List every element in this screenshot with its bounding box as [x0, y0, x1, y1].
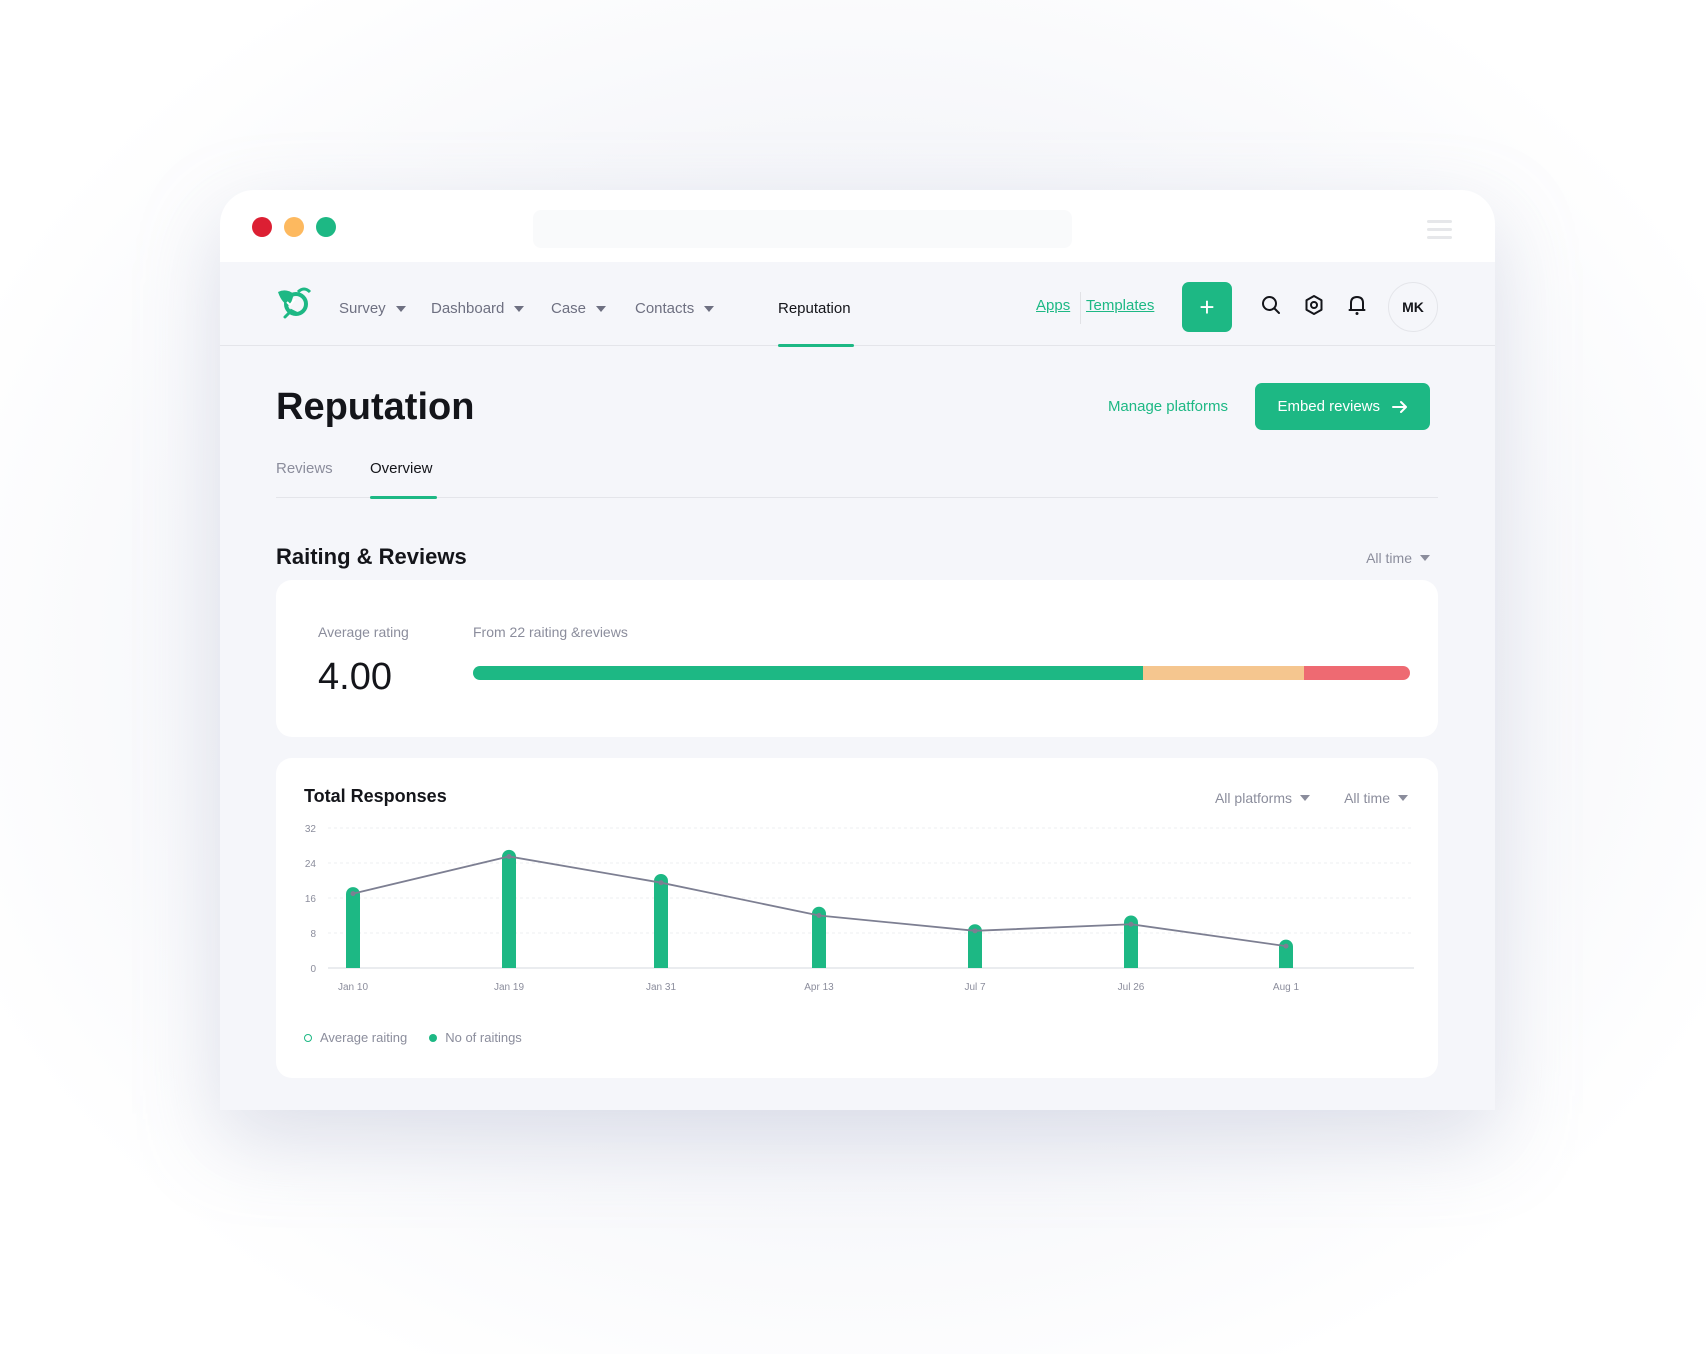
average-rating-label: Average rating	[318, 624, 409, 640]
y-tick-label: 16	[305, 894, 317, 905]
x-tick-label: Apr 13	[804, 982, 834, 993]
nav-dashboard-label: Dashboard	[431, 300, 505, 317]
embed-reviews-button[interactable]: Embed reviews	[1255, 383, 1430, 430]
nav-reputation-label: Reputation	[778, 300, 851, 317]
close-window-button[interactable]	[252, 217, 272, 237]
bell-icon[interactable]	[1346, 294, 1368, 316]
rating-segment-positive	[473, 666, 1143, 680]
chevron-down-icon	[1420, 555, 1430, 561]
bar-jan-31	[654, 873, 668, 968]
nav-case-label: Case	[551, 300, 587, 317]
legend-average-rating-label: Average raiting	[320, 1030, 408, 1045]
total-responses-card: Total Responses All platforms All time 0…	[276, 758, 1438, 1078]
brand-logo-icon[interactable]	[276, 284, 312, 324]
y-tick-label: 24	[305, 859, 317, 870]
average-rating-point	[1128, 921, 1134, 927]
nav-survey[interactable]: Survey	[339, 300, 406, 317]
y-tick-label: 0	[310, 964, 316, 975]
average-rating-point	[506, 853, 512, 859]
nav-active-indicator	[778, 344, 854, 347]
y-tick-label: 8	[310, 929, 316, 940]
top-navbar: Survey Dashboard Case Contacts Reputatio…	[220, 262, 1495, 347]
legend-hollow-dot-icon	[304, 1033, 312, 1042]
average-rating-point	[816, 913, 822, 918]
chevron-down-icon	[514, 305, 525, 312]
maximize-window-button[interactable]	[316, 217, 336, 237]
average-rating-point	[1283, 943, 1289, 949]
legend-average-rating[interactable]: Average raiting	[304, 1030, 407, 1045]
legend-no-of-ratings[interactable]: No of raitings	[429, 1030, 522, 1045]
x-tick-label: Aug 1	[1273, 982, 1300, 993]
arrow-right-icon	[1392, 400, 1407, 413]
settings-icon[interactable]	[1303, 294, 1325, 316]
page-tabs: Reviews Overview	[276, 456, 1438, 499]
ratings-period-dropdown[interactable]: All time	[1366, 550, 1430, 566]
average-rating-point	[350, 891, 356, 897]
hamburger-icon[interactable]	[1427, 220, 1452, 244]
nav-contacts[interactable]: Contacts	[635, 300, 715, 317]
rating-summary-card: Average rating 4.00 From 22 raiting &rev…	[276, 580, 1438, 737]
legend-filled-dot-icon	[429, 1033, 438, 1042]
average-rating-point	[658, 880, 664, 886]
ratings-section-title: Raiting & Reviews	[276, 544, 467, 569]
x-tick-label: Jan 19	[494, 982, 524, 993]
nav-survey-label: Survey	[339, 300, 386, 317]
embed-reviews-label: Embed reviews	[1277, 398, 1380, 415]
window-titlebar	[220, 190, 1495, 262]
bar-jan-10	[346, 887, 360, 968]
tab-active-indicator	[370, 496, 437, 499]
x-tick-label: Jan 10	[338, 982, 368, 993]
x-tick-label: Jul 26	[1118, 982, 1145, 993]
x-tick-label: Jan 31	[646, 982, 676, 993]
nav-case[interactable]: Case	[551, 300, 607, 317]
add-button[interactable]: +	[1182, 282, 1232, 332]
rating-segment-negative	[1304, 666, 1410, 680]
rating-distribution-bar	[473, 666, 1410, 680]
rating-segment-neutral	[1142, 666, 1305, 680]
address-bar[interactable]	[533, 210, 1072, 248]
nav-contacts-label: Contacts	[635, 300, 695, 317]
average-rating-point	[972, 928, 978, 934]
chevron-down-icon	[596, 305, 607, 312]
tab-overview[interactable]: Overview	[370, 460, 433, 477]
legend-no-of-ratings-label: No of raitings	[445, 1030, 522, 1045]
nav-dashboard[interactable]: Dashboard	[431, 300, 525, 317]
y-tick-label: 32	[305, 824, 317, 835]
x-tick-label: Jul 7	[964, 982, 986, 993]
minimize-window-button[interactable]	[284, 217, 304, 237]
chevron-down-icon	[395, 305, 406, 312]
manage-platforms-link[interactable]: Manage platforms	[1108, 398, 1228, 415]
average-rating-value: 4.00	[318, 656, 392, 698]
templates-link[interactable]: Templates	[1086, 297, 1154, 314]
chevron-down-icon	[704, 305, 715, 312]
user-avatar[interactable]: MK	[1388, 282, 1438, 332]
tab-reviews[interactable]: Reviews	[276, 460, 333, 477]
link-divider	[1080, 292, 1081, 324]
page-title: Reputation	[276, 386, 475, 428]
search-icon[interactable]	[1260, 294, 1282, 316]
app-window: Survey Dashboard Case Contacts Reputatio…	[220, 190, 1495, 1110]
chart-legend: Average raiting No of raitings	[304, 1030, 522, 1045]
ratings-count-label: From 22 raiting &reviews	[473, 624, 628, 640]
nav-reputation[interactable]: Reputation	[778, 300, 851, 317]
apps-link[interactable]: Apps	[1036, 297, 1070, 314]
bar-jan-19	[502, 849, 516, 968]
ratings-period-label: All time	[1366, 550, 1412, 566]
responses-chart: 0 8 16 24 32 Jan 10 Jan 19 Jan 31 Apr 13 Jul 7 Jul…	[305, 824, 1414, 993]
